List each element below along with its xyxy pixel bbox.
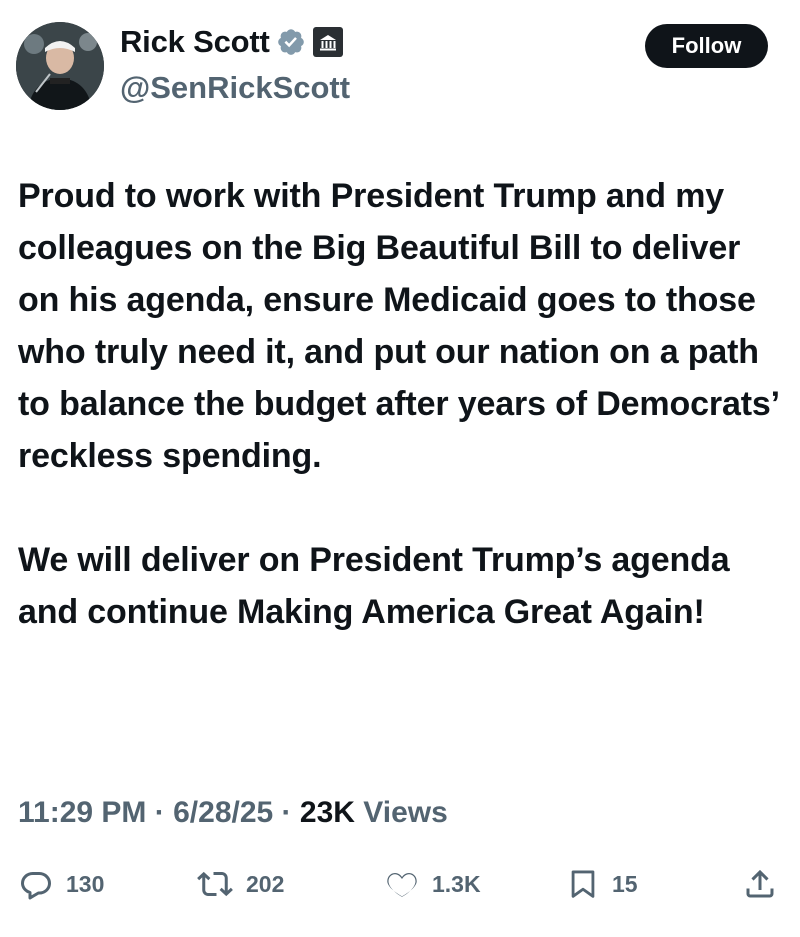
bookmark-button[interactable]: 15 (566, 866, 638, 902)
tweet-metadata: 11:29 PM · 6/28/25 · 23K Views (18, 796, 448, 830)
author-name[interactable]: Rick Scott (120, 24, 270, 60)
repost-button[interactable]: 202 (196, 866, 284, 902)
meta-separator: · (154, 796, 165, 829)
reply-button[interactable]: 130 (18, 866, 104, 902)
tweet-paragraph: Proud to work with President Trump and m… (18, 177, 779, 475)
repost-count: 202 (246, 870, 285, 897)
repost-icon (197, 871, 233, 897)
like-count: 1.3K (432, 870, 481, 897)
tweet-date[interactable]: 6/28/25 (173, 796, 273, 829)
verified-badge-icon[interactable] (276, 27, 306, 57)
meta-separator: · (281, 796, 292, 829)
bookmark-icon (571, 870, 595, 898)
reply-icon (21, 872, 51, 900)
profile-photo (16, 22, 104, 110)
tweet-paragraph: We will deliver on President Trump’s age… (18, 541, 730, 631)
share-button[interactable] (742, 866, 778, 902)
author-handle[interactable]: @SenRickScott (120, 70, 350, 106)
follow-button[interactable]: Follow (645, 24, 768, 68)
action-bar: 130 202 1.3K 15 (18, 866, 780, 910)
author-name-row: Rick Scott (120, 24, 344, 60)
reply-count: 130 (66, 870, 105, 897)
bookmark-count: 15 (612, 870, 638, 897)
tweet-time[interactable]: 11:29 PM (18, 796, 146, 829)
heart-icon (387, 873, 417, 897)
government-affiliation-icon[interactable] (312, 26, 344, 58)
share-icon (746, 869, 774, 898)
views-count: 23K (299, 796, 355, 829)
like-button[interactable]: 1.3K (384, 866, 481, 902)
views-label: Views (363, 796, 448, 829)
avatar[interactable] (16, 22, 104, 110)
tweet-text: Proud to work with President Trump and m… (18, 170, 788, 638)
